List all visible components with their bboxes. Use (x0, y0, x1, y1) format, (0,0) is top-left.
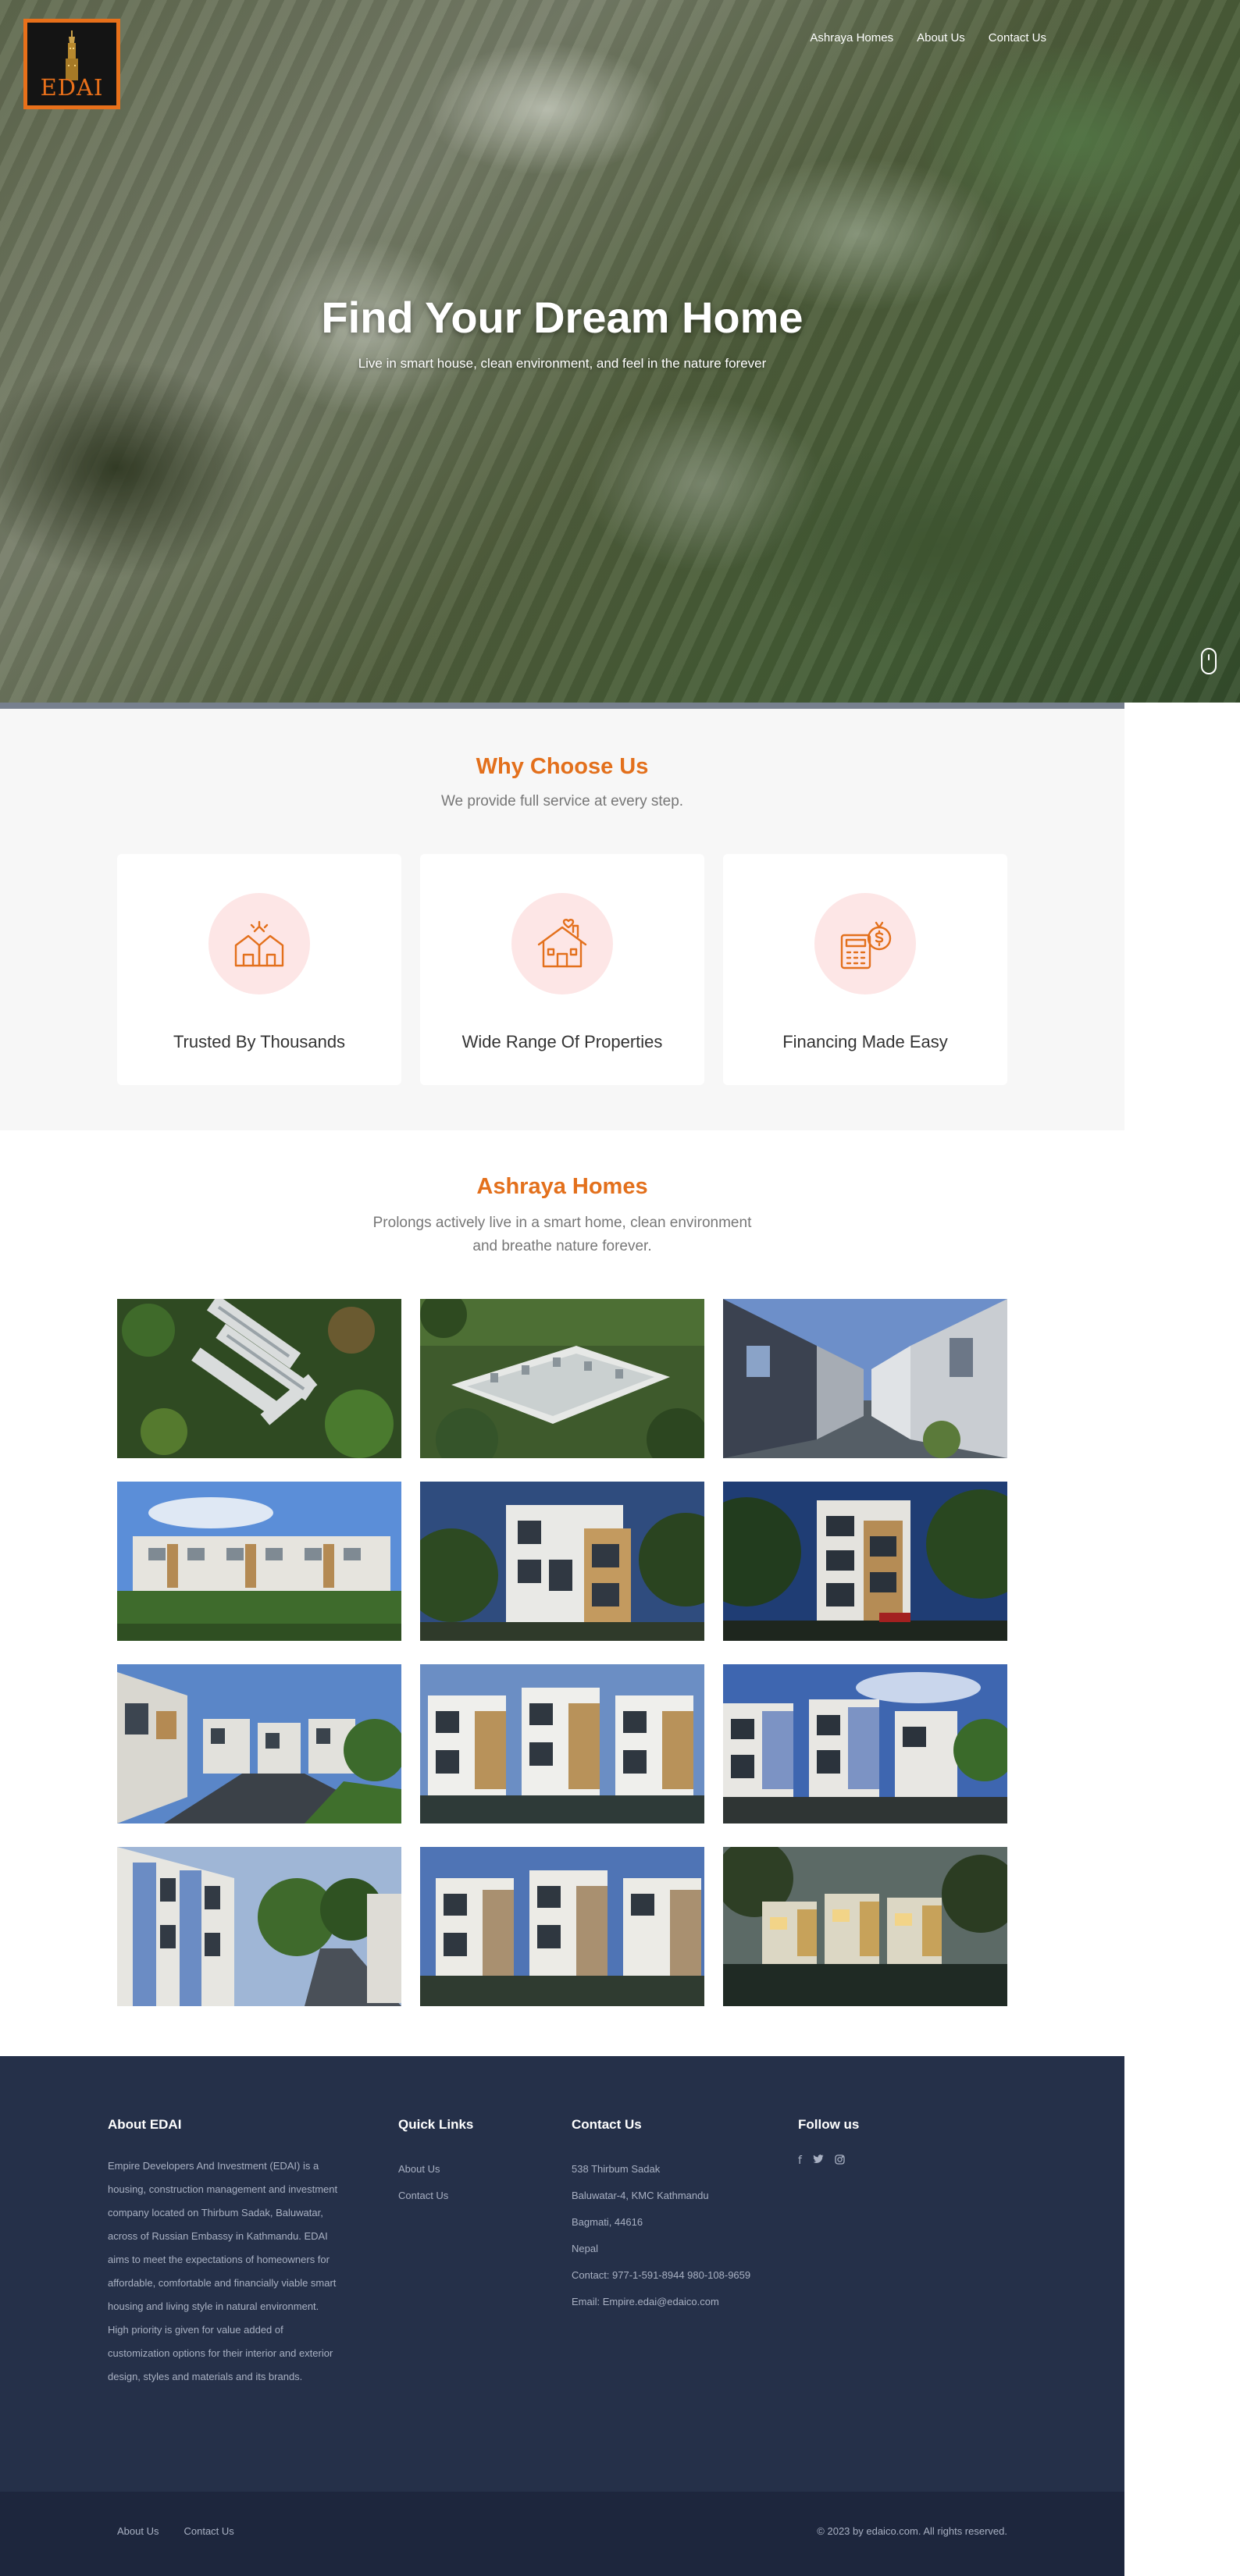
footer-link-contact[interactable]: Contact Us (398, 2183, 448, 2209)
trust-hands-icon (234, 920, 284, 967)
card-icon-circle (511, 893, 613, 994)
twitter-icon[interactable] (813, 2154, 824, 2168)
gallery-image-night[interactable] (723, 1847, 1007, 2006)
gallery-image-row-3[interactable] (117, 1847, 401, 2006)
hero-overlay (0, 0, 1240, 703)
gallery-image-aerial-2[interactable] (420, 1299, 704, 1458)
hero-subtitle: Live in smart house, clean environment, … (358, 356, 767, 371)
card-icon-circle (814, 893, 916, 994)
contact-street: 538 Thirbum Sadak (572, 2163, 661, 2175)
tower-icon (66, 30, 78, 80)
card-icon-circle (208, 893, 310, 994)
footer: About EDAI Empire Developers And Investm… (0, 2056, 1124, 2492)
card-label: Financing Made Easy (782, 1032, 948, 1051)
contact-email[interactable]: Email: Empire.edai@edaico.com (572, 2289, 750, 2315)
social-links: f (798, 2154, 845, 2168)
card-label: Trusted By Thousands (173, 1032, 346, 1051)
card-label: Wide Range Of Properties (461, 1032, 663, 1051)
gallery-image-row-2[interactable] (723, 1664, 1007, 1823)
footer-link-about[interactable]: About Us (398, 2156, 448, 2183)
card-trusted: Trusted By Thousands (117, 854, 401, 1085)
footer-about-title: About EDAI (108, 2117, 182, 2132)
why-subtitle: We provide full service at every step. (440, 793, 684, 809)
ashraya-homes-section: Ashraya Homes Prolongs actively live in … (0, 1130, 1124, 2056)
homes-subtitle-line2: and breathe nature forever. (472, 1238, 652, 1254)
house-heart-icon (537, 919, 587, 968)
contact-phone[interactable]: Contact: 977-1-591-8944 980-108-9659 (572, 2262, 750, 2289)
footer-quick-links: About Us Contact Us (398, 2156, 448, 2209)
hero-title: Find Your Dream Home (321, 293, 804, 342)
homes-title: Ashraya Homes (476, 1174, 648, 1199)
contact-ward: Baluwatar-4, KMC Kathmandu (572, 2190, 709, 2201)
facebook-icon[interactable]: f (798, 2154, 802, 2168)
edai-logo[interactable]: EDAI (23, 19, 120, 109)
instagram-icon[interactable] (835, 2154, 845, 2168)
footer-contact-list: 538 Thirbum Sadak Baluwatar-4, KMC Kathm… (572, 2156, 750, 2315)
gallery-image-aerial-1[interactable] (117, 1299, 401, 1458)
scroll-mouse-icon[interactable] (1201, 648, 1217, 674)
gallery-image-street-2[interactable] (117, 1664, 401, 1823)
calculator-money-icon (840, 921, 892, 970)
bottom-links: About Us Contact Us (117, 2525, 234, 2537)
homes-subtitle: Prolongs actively live in a smart home, … (0, 1212, 1124, 1258)
footer-bottom-bar: About Us Contact Us © 2023 by edaico.com… (0, 2492, 1124, 2576)
footer-follow-title: Follow us (798, 2117, 860, 2132)
hero-section: EDAI Ashraya Homes About Us Contact Us F… (0, 0, 1240, 703)
contact-province: Bagmati, 44616 (572, 2216, 643, 2228)
why-title: Why Choose Us (476, 754, 649, 779)
footer-contact-title: Contact Us (572, 2117, 642, 2132)
bottom-link-about[interactable]: About Us (117, 2525, 159, 2537)
footer-quick-title: Quick Links (398, 2117, 474, 2132)
gallery-image-street-1[interactable] (723, 1299, 1007, 1458)
logo-text: EDAI (40, 74, 104, 101)
card-financing: Financing Made Easy (723, 854, 1007, 1085)
nav-about-us[interactable]: About Us (917, 31, 965, 44)
gallery-image-row-4[interactable] (420, 1847, 704, 2006)
nav-contact-us[interactable]: Contact Us (989, 31, 1046, 44)
gallery-image-villa-1[interactable] (420, 1482, 704, 1641)
gallery-image-front-1[interactable] (117, 1482, 401, 1641)
nav-ashraya-homes[interactable]: Ashraya Homes (810, 31, 893, 44)
hero-divider (0, 703, 1124, 709)
contact-country: Nepal (572, 2243, 598, 2254)
card-properties: Wide Range Of Properties (420, 854, 704, 1085)
gallery-image-row-1[interactable] (420, 1664, 704, 1823)
gallery-image-villa-2[interactable] (723, 1482, 1007, 1641)
bottom-link-contact[interactable]: Contact Us (184, 2525, 233, 2537)
why-choose-section: Why Choose Us We provide full service at… (0, 709, 1124, 1130)
homes-subtitle-line1: Prolongs actively live in a smart home, … (372, 1215, 752, 1231)
footer-about-text: Empire Developers And Investment (EDAI) … (108, 2160, 338, 2382)
main-nav: Ashraya Homes About Us Contact Us (810, 31, 1046, 44)
copyright-text: © 2023 by edaico.com. All rights reserve… (817, 2525, 1007, 2537)
